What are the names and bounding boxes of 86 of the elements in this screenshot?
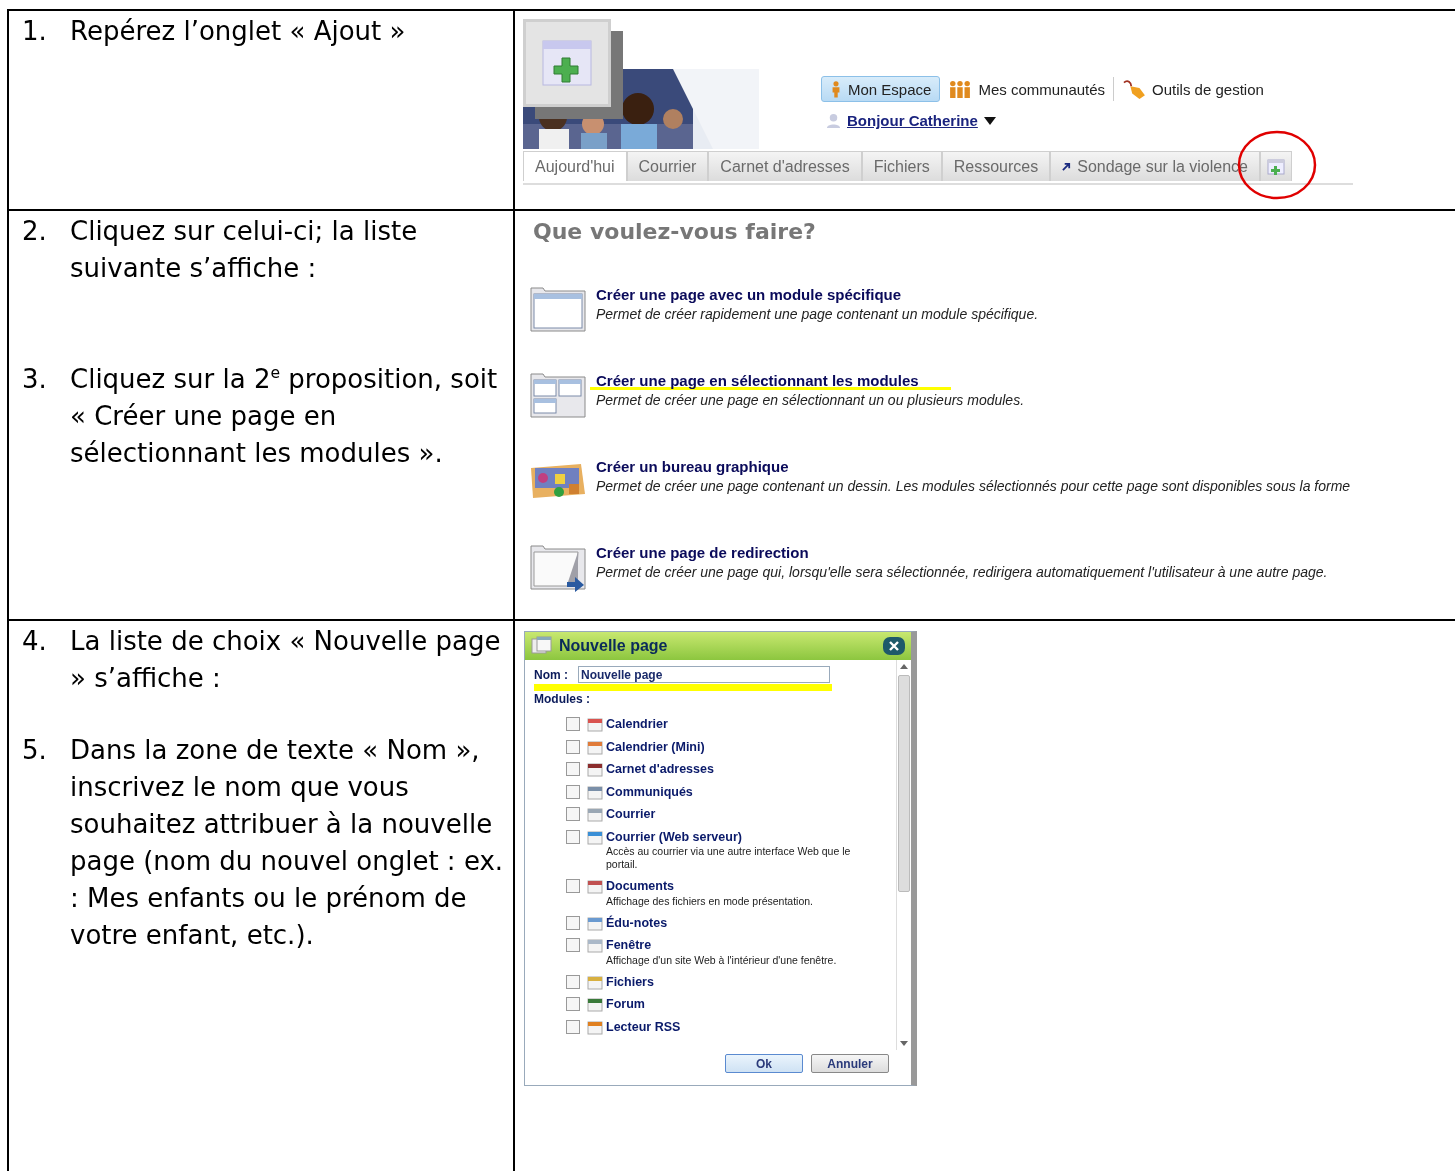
module-icon xyxy=(587,828,603,845)
option-link[interactable]: Créer un bureau graphique xyxy=(590,458,821,476)
dialog-button[interactable]: Ok xyxy=(725,1054,803,1073)
option-link[interactable]: Créer une page en sélectionnant les modules xyxy=(590,372,951,390)
module-name: Calendrier (Mini) xyxy=(606,739,705,754)
checkbox[interactable] xyxy=(566,915,580,930)
module-name: Documents xyxy=(606,879,675,894)
module-name: Calendrier xyxy=(606,717,668,732)
module-name: Forum xyxy=(606,997,645,1012)
checkbox[interactable] xyxy=(566,997,580,1012)
step-text: Dans la zone de texte « Nom », inscrivez le nom que vous souhaitez attribuer à la nouvelle page (nom du nouvel onglet : ex. : Mes enfants ou le prénom de votre enfant, etc.). xyxy=(70,734,505,952)
scrollbar[interactable] xyxy=(896,660,911,1050)
module-name: Courrier xyxy=(606,807,656,822)
checkbox[interactable] xyxy=(566,762,580,777)
module-icon xyxy=(587,806,603,823)
module-icon xyxy=(587,937,603,954)
module-description: Affichage d'un site Web à l'intérieur d'une fenêtre. xyxy=(606,953,838,967)
checkbox[interactable] xyxy=(566,879,580,894)
option-description: Permet de créer une page contenant un dessin. Les modules sélectionnés pour cette page sont disponibles sous la forme xyxy=(596,478,1351,494)
module-icon xyxy=(587,783,603,800)
step-text: Cliquez sur celui-ci; la liste suivante s’affiche : xyxy=(70,215,419,285)
module-icon xyxy=(587,996,603,1013)
module-icon xyxy=(587,738,603,755)
scroll-down-icon[interactable] xyxy=(900,1041,908,1046)
option-description: Permet de créer une page en sélectionnant un ou plusieurs modules. xyxy=(596,392,1025,408)
nav-link[interactable]: Outils de gestion xyxy=(1114,76,1272,102)
dialog-title: Nouvelle page xyxy=(559,637,669,655)
close-icon[interactable] xyxy=(883,637,905,655)
step-text: Cliquez sur la 2$^{e}$ proposition, soit « Créer une page en sélectionnant les modules ». xyxy=(70,363,499,470)
add-page-icon xyxy=(1267,158,1285,175)
tab[interactable]: Fichiers xyxy=(861,151,942,181)
module-icon xyxy=(587,716,603,733)
step-text: Repérez l’onglet « Ajout » xyxy=(70,15,407,48)
dialog-button[interactable]: Annuler xyxy=(811,1054,889,1073)
tab[interactable]: Carnet d'adresses xyxy=(708,151,862,181)
tab[interactable]: Ressources xyxy=(941,151,1051,181)
option-link[interactable]: Créer une page de redirection xyxy=(590,544,841,562)
module-name: Carnet d'adresses xyxy=(606,762,714,777)
tab[interactable]: Aujourd'hui xyxy=(523,151,627,181)
name-label: Nom : xyxy=(534,667,568,682)
module-description: Accès au courrier via une autre interface Web que le portail. xyxy=(606,845,852,871)
module-name: Lecteur RSS xyxy=(606,1019,681,1034)
people-icon xyxy=(948,80,973,98)
option-description: Permet de créer une page qui, lorsqu'elle sera sélectionnée, redirigera automatiquement l'utilisateur à une autre page. xyxy=(596,564,1328,580)
checkbox[interactable] xyxy=(566,1019,580,1034)
caret-icon xyxy=(983,116,996,125)
person-icon xyxy=(830,80,842,98)
step-number: 3. xyxy=(22,363,48,396)
modules-label: Modules : xyxy=(534,692,591,706)
tag-icon xyxy=(1122,79,1147,99)
nav-link[interactable]: Mes communautés xyxy=(940,77,1115,101)
checkbox[interactable] xyxy=(566,807,580,822)
module-icon xyxy=(587,914,603,931)
checkbox[interactable] xyxy=(566,829,580,844)
module-icon xyxy=(587,878,603,895)
step-number: 1. xyxy=(22,15,48,48)
module-icon xyxy=(587,973,603,990)
pages-icon xyxy=(531,636,553,656)
scroll-up-icon[interactable] xyxy=(900,664,908,669)
step-number: 2. xyxy=(22,215,48,248)
checkbox[interactable] xyxy=(566,784,580,799)
arrow-icon xyxy=(1062,162,1072,171)
checkbox[interactable] xyxy=(566,739,580,754)
checkbox[interactable] xyxy=(566,938,580,953)
user-menu-link[interactable]: Bonjour Catherine xyxy=(847,112,978,129)
step-number: 4. xyxy=(22,625,48,658)
step-number: 5. xyxy=(22,734,48,767)
module-name: Édu-notes xyxy=(606,915,668,930)
module-description: Affichage des fichiers en mode présentation. xyxy=(606,894,815,908)
module-name: Fenêtre xyxy=(606,938,652,953)
module-icon xyxy=(587,761,603,778)
name-field[interactable]: Nouvelle page xyxy=(578,666,830,683)
option-link[interactable]: Créer une page avec un module spécifique xyxy=(590,286,934,304)
module-name: Courrier (Web serveur) xyxy=(606,829,742,844)
user-icon xyxy=(826,113,841,128)
section-title: Que voulez-vous faire? xyxy=(533,219,817,244)
module-icon xyxy=(587,1018,603,1035)
checkbox[interactable] xyxy=(566,717,580,732)
option-description: Permet de créer rapidement une page contenant un module spécifique. xyxy=(596,306,1039,322)
module-name: Fichiers xyxy=(606,974,654,989)
tab[interactable] xyxy=(1260,151,1292,181)
checkbox[interactable] xyxy=(566,974,580,989)
step-text: La liste de choix « Nouvelle page » s’affiche : xyxy=(70,625,502,695)
tab[interactable]: Courrier xyxy=(626,151,709,181)
module-name: Communiqués xyxy=(606,784,693,799)
nav-link[interactable]: Mon Espace xyxy=(821,76,941,102)
